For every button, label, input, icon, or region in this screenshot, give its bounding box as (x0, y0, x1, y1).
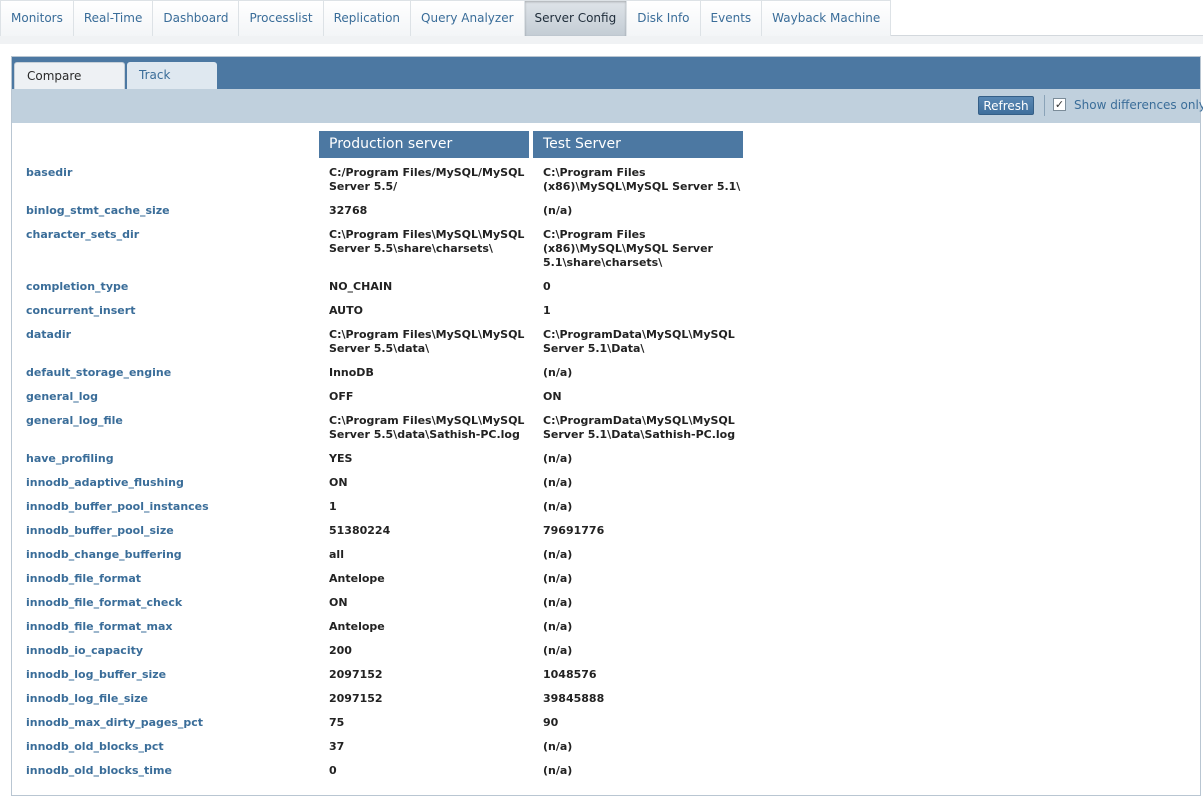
production-server-header: Production server (319, 131, 529, 158)
test-value: C:\ProgramData\MySQL\MySQL Server 5.1\Da… (543, 414, 736, 441)
nav-tab-list: Monitors Real-Time Dashboard Processlist Rep… (0, 0, 1203, 36)
variable-name: innodb_buffer_pool_size (26, 524, 174, 537)
test-value: 90 (543, 716, 559, 729)
test-value: (n/a) (543, 204, 573, 217)
test-value: (n/a) (543, 740, 573, 753)
variable-name: general_log_file (26, 414, 123, 427)
production-value: 2097152 (329, 692, 383, 705)
variable-name: innodb_file_format (26, 572, 142, 585)
show-differences-label[interactable]: Show differences only (1074, 98, 1203, 112)
nav-underline-strip (0, 36, 1203, 44)
variable-name: basedir (26, 166, 73, 179)
variable-name: innodb_io_capacity (26, 644, 144, 657)
production-value: 75 (329, 716, 345, 729)
variable-name: innodb_old_blocks_pct (26, 740, 164, 753)
variable-name: have_profiling (26, 452, 114, 465)
variable-name: innodb_file_format_max (26, 620, 173, 633)
production-value: AUTO (329, 304, 363, 317)
test-value: (n/a) (543, 500, 573, 513)
variable-name: innodb_buffer_pool_instances (26, 500, 209, 513)
test-value: (n/a) (543, 548, 573, 561)
test-value: (n/a) (543, 596, 573, 609)
nav-tab-real-time[interactable]: Real-Time (73, 0, 154, 36)
toolbar-divider (1044, 95, 1045, 116)
production-value: ON (329, 476, 348, 489)
test-value: ON (543, 390, 562, 403)
tab-compare-config[interactable]: Compare Config (14, 62, 125, 110)
nav-tab-replication[interactable]: Replication (323, 0, 412, 36)
production-value: ON (329, 596, 348, 609)
test-value: (n/a) (543, 366, 573, 379)
nav-tab-events[interactable]: Events (700, 0, 763, 36)
variable-name: innodb_max_dirty_pages_pct (26, 716, 204, 729)
production-value: 1 (329, 500, 337, 513)
variable-name: binlog_stmt_cache_size (26, 204, 170, 217)
nav-tab-server-config[interactable]: Server Config (524, 0, 628, 36)
test-value: 1 (543, 304, 551, 317)
test-value: (n/a) (543, 644, 573, 657)
variable-name: datadir (26, 328, 72, 341)
nav-tab-processlist[interactable]: Processlist (239, 0, 324, 36)
config-subtab-bar: Compare Config Track Config (12, 57, 1200, 110)
production-value: YES (329, 452, 353, 465)
test-value: C:\Program Files (x86)\MySQL\MySQL Serve… (543, 166, 741, 193)
production-value: 200 (329, 644, 352, 657)
production-value: 32768 (329, 204, 368, 217)
test-value: (n/a) (543, 620, 573, 633)
test-value: C:\ProgramData\MySQL\MySQL Server 5.1\Da… (543, 328, 735, 355)
production-value: 37 (329, 740, 345, 753)
production-value: NO_CHAIN (329, 280, 393, 293)
test-value: 39845888 (543, 692, 605, 705)
refresh-button[interactable]: Refresh (978, 96, 1034, 115)
variable-name: default_storage_engine (26, 366, 172, 379)
server-config-panel: Compare Config Track Config Refresh ✓ Sh… (11, 56, 1203, 796)
nav-tab-dashboard[interactable]: Dashboard (153, 0, 240, 36)
nav-tab-disk-info[interactable]: Disk Info (627, 0, 701, 36)
checkmark-icon: ✓ (1054, 98, 1065, 111)
test-value: (n/a) (543, 476, 573, 489)
test-value: (n/a) (543, 452, 573, 465)
nav-tab-query-analyzer[interactable]: Query Analyzer (411, 0, 525, 36)
production-value: Antelope (329, 572, 385, 585)
variable-name: concurrent_insert (26, 304, 136, 317)
production-value: OFF (329, 390, 354, 403)
show-differences-checkbox[interactable]: ✓ (1053, 98, 1066, 111)
production-value: Antelope (329, 620, 385, 633)
test-value: (n/a) (543, 764, 573, 777)
variable-name: general_log (26, 390, 98, 403)
variable-name: innodb_file_format_check (26, 596, 183, 609)
production-value: 2097152 (329, 668, 383, 681)
nav-tab-wayback-machine[interactable]: Wayback Machine (762, 0, 892, 36)
variable-name: innodb_change_buffering (26, 548, 182, 561)
production-value: C:/Program Files/MySQL/MySQL Server 5.5/ (329, 166, 525, 193)
variable-name: innodb_adaptive_flushing (26, 476, 184, 489)
test-value: (n/a) (543, 572, 573, 585)
production-value: C:\Program Files\MySQL\MySQL Server 5.5\… (329, 328, 525, 355)
test-value: 79691776 (543, 524, 605, 537)
top-navigation: Monitors Real-Time Dashboard Processlist Rep… (0, 0, 1203, 36)
variable-name: innodb_log_buffer_size (26, 668, 167, 681)
compare-toolbar: Refresh ✓ Show differences only (12, 89, 1203, 123)
production-value: all (329, 548, 344, 561)
production-value: 51380224 (329, 524, 391, 537)
variable-name: innodb_old_blocks_time (26, 764, 172, 777)
test-value: 0 (543, 280, 551, 293)
test-server-header: Test Server (533, 131, 743, 158)
production-value: 0 (329, 764, 337, 777)
tab-track-config[interactable]: Track Config (127, 62, 217, 109)
variable-name: character_sets_dir (26, 228, 140, 241)
production-value: InnoDB (329, 366, 374, 379)
variable-name: completion_type (26, 280, 129, 293)
nav-tab-monitors[interactable]: Monitors (0, 0, 74, 36)
production-value: C:\Program Files\MySQL\MySQL Server 5.5\… (329, 414, 525, 441)
test-value: 1048576 (543, 668, 597, 681)
production-value: C:\Program Files\MySQL\MySQL Server 5.5\… (329, 228, 525, 255)
test-value: C:\Program Files (x86)\MySQL\MySQL Serve… (543, 228, 713, 269)
variable-name: innodb_log_file_size (26, 692, 149, 705)
